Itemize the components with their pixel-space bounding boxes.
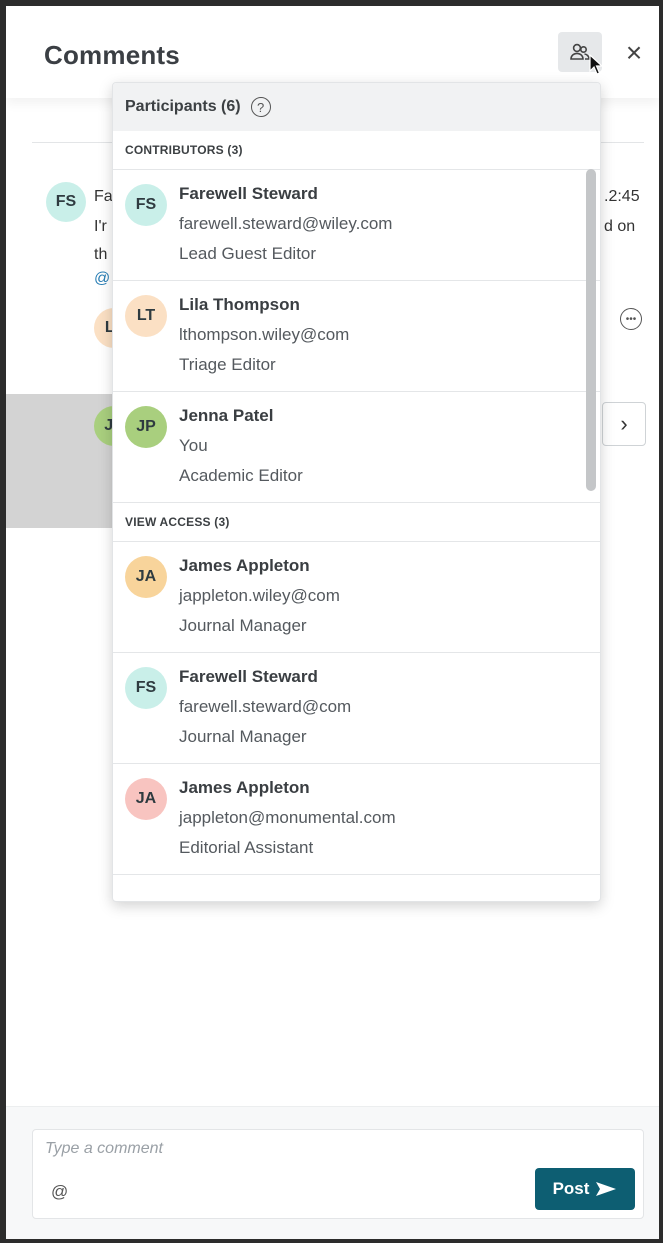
avatar: JA [125,778,167,820]
more-options-icon[interactable]: ••• [620,308,642,330]
participants-popover: Participants (6) ? CONTRIBUTORS (3) FS F… [112,82,601,902]
participant-email: jappleton.wiley@com [179,586,340,605]
close-icon: × [625,37,643,68]
participant-row[interactable]: JA James Appleton jappleton@monumental.c… [113,764,600,874]
section-label-view-access: VIEW ACCESS (3) [125,515,230,529]
participant-email: farewell.steward@wiley.com [179,214,393,233]
send-icon [596,1182,617,1196]
chevron-right-icon: › [620,411,628,436]
panel-title: Comments [44,40,180,70]
participant-name: James Appleton [179,778,310,797]
avatar: JP [125,406,167,448]
comment-text-fragment: th [94,246,108,263]
mention-fragment: @ [94,270,111,287]
section-label-contributors: CONTRIBUTORS (3) [125,143,243,157]
participant-role: Journal Manager [179,727,307,746]
mention-button[interactable]: @ [51,1182,68,1202]
comment-author-fragment: Fa [94,188,113,205]
comment-text-fragment: d on [604,218,636,235]
comment-text-fragment: I'r [94,218,107,235]
participant-email: lthompson.wiley@com [179,325,350,344]
participant-role: Lead Guest Editor [179,244,317,263]
participant-row[interactable]: FS Farewell Steward farewell.steward@wil… [113,170,600,280]
avatar: JA [125,556,167,598]
participant-row[interactable]: FS Farewell Steward farewell.steward@com… [113,653,600,763]
participant-name: James Appleton [179,556,310,575]
participant-name: Farewell Steward [179,184,318,203]
close-button[interactable]: × [620,39,648,67]
comment-composer-area: Type a comment @ Post [6,1106,659,1239]
help-icon[interactable]: ? [250,97,271,117]
comment-placeholder: Type a comment [45,1140,163,1157]
post-button[interactable]: Post [535,1168,635,1210]
popover-title: Participants (6) [125,98,241,115]
participant-name: Farewell Steward [179,667,318,686]
divider [113,874,600,875]
participant-role: Journal Manager [179,616,307,635]
popover-header: Participants (6) ? [113,83,600,131]
comments-panel: Comments × FS Fa I'r th @ .2:45 d on LT … [0,0,663,1243]
avatar: FS [46,182,86,222]
participant-row[interactable]: LT Lila Thompson lthompson.wiley@com Tri… [113,281,600,391]
mouse-cursor-icon [589,54,604,75]
participant-role: Editorial Assistant [179,838,314,857]
avatar: FS [125,184,167,226]
comment-input[interactable]: Type a comment @ Post [32,1129,644,1219]
post-button-label: Post [552,1179,590,1198]
participant-email: farewell.steward@com [179,697,352,716]
participant-row[interactable]: JP Jenna Patel You Academic Editor [113,392,600,502]
participant-row[interactable]: JA James Appleton jappleton.wiley@com Jo… [113,542,600,652]
participant-role: Academic Editor [179,466,303,485]
popover-scrollbar[interactable] [586,169,596,491]
participant-name: Jenna Patel [179,406,274,425]
participant-role: Triage Editor [179,355,276,374]
avatar: FS [125,667,167,709]
comment-time-fragment: .2:45 [604,188,640,205]
participant-email: You [179,436,208,455]
participant-name: Lila Thompson [179,295,300,314]
participant-email: jappleton@monumental.com [179,808,396,827]
avatar: LT [125,295,167,337]
next-button[interactable]: › [602,402,646,446]
